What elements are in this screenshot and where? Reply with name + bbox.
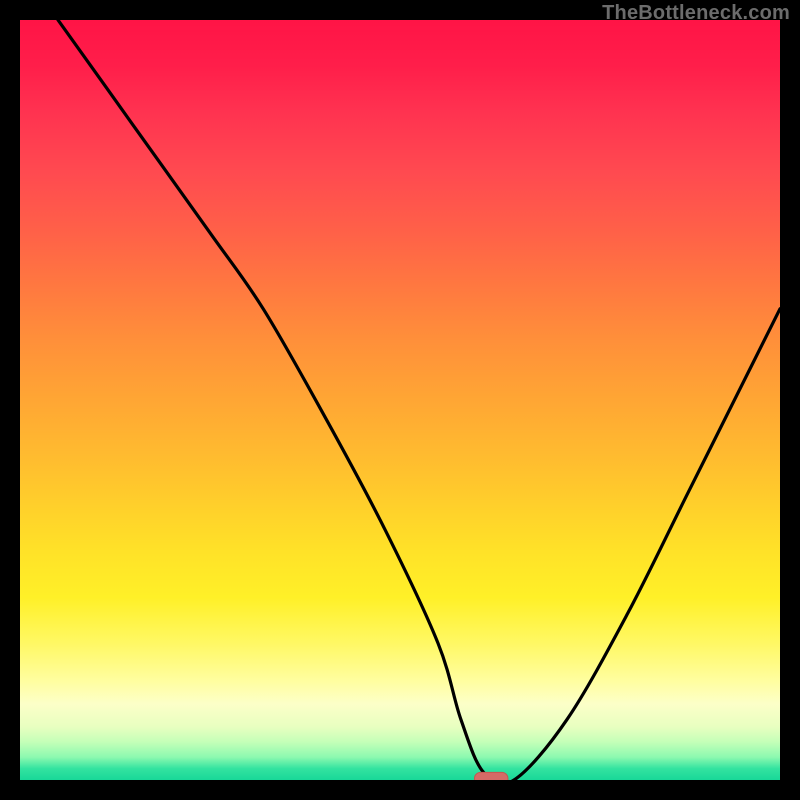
bottleneck-curve bbox=[58, 20, 780, 780]
chart-svg bbox=[20, 20, 780, 780]
plot-area bbox=[20, 20, 780, 780]
chart-stage: TheBottleneck.com bbox=[0, 0, 800, 800]
optimal-marker bbox=[475, 772, 508, 780]
